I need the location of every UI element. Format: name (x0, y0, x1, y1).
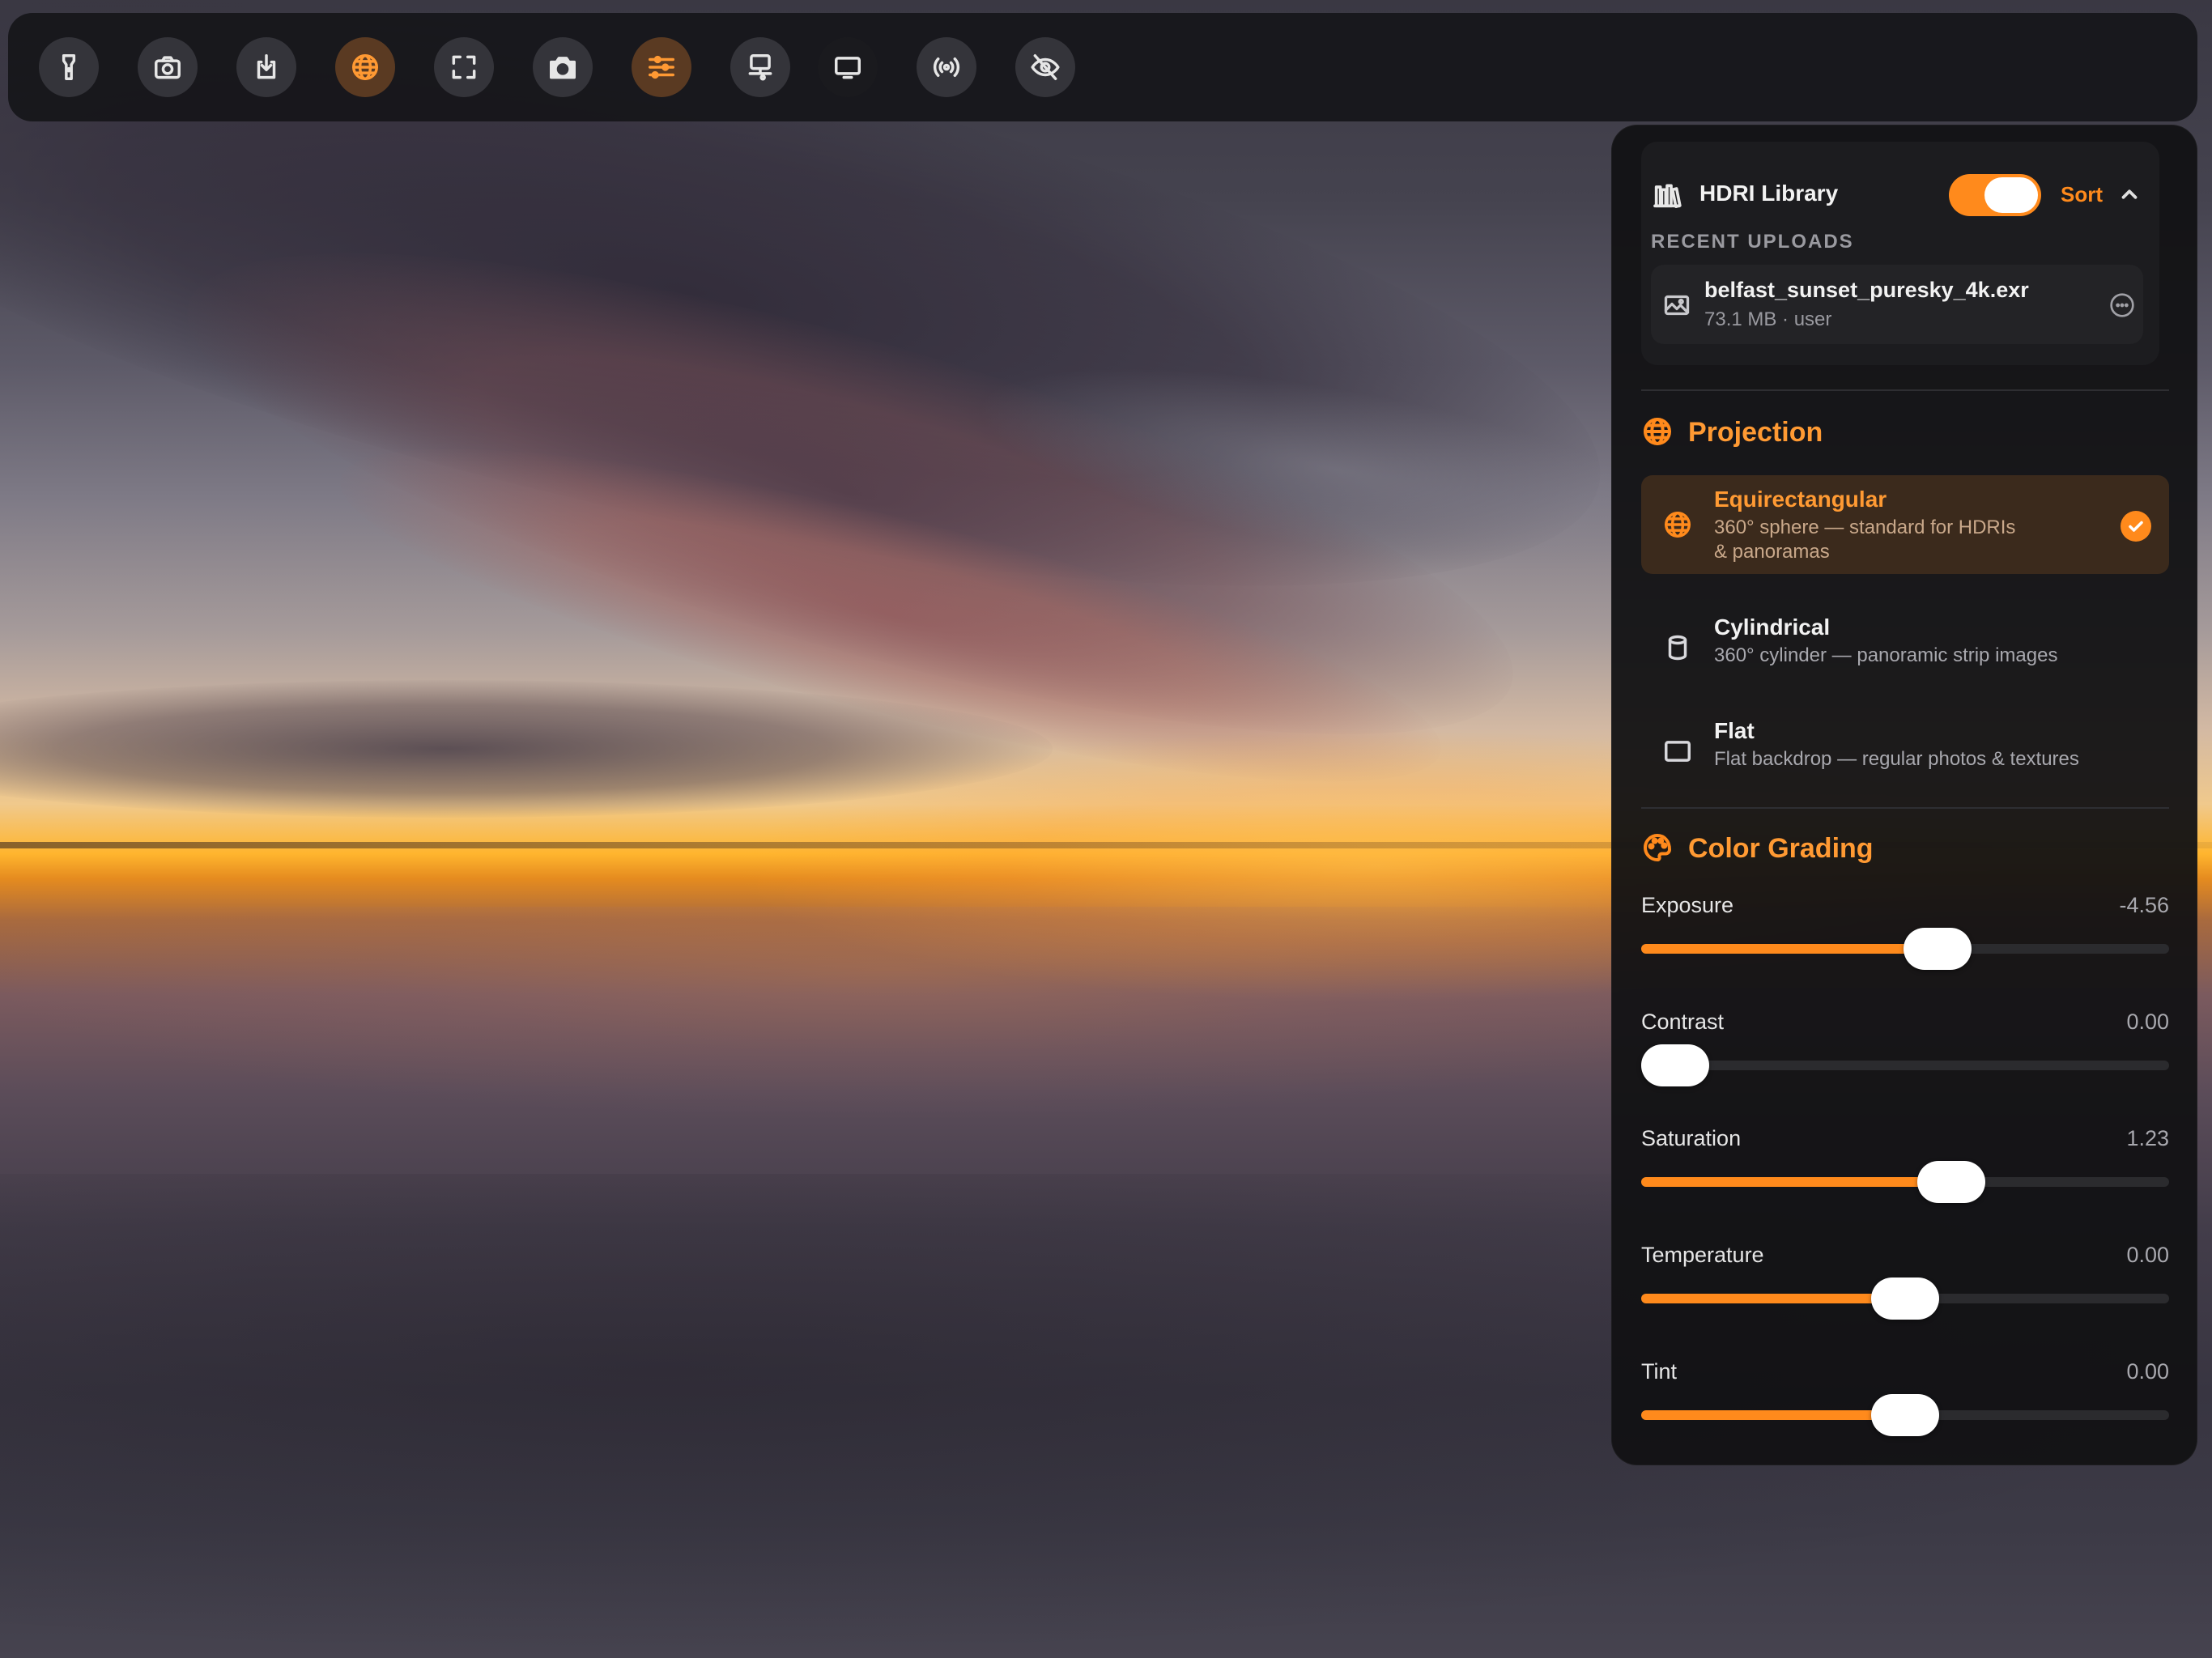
hdri-library-card: HDRI Library Sort RECENT UPLOADS belfast… (1641, 142, 2159, 365)
rectangle-icon (1662, 736, 1693, 767)
slider-thumb[interactable] (1871, 1278, 1939, 1320)
books-icon (1651, 179, 1683, 211)
slider-label: Contrast (1641, 1010, 1725, 1034)
flashlight-button[interactable] (39, 37, 99, 97)
slider-value: 0.00 (2126, 1359, 2169, 1384)
palette-icon (1641, 831, 1674, 864)
library-title: HDRI Library (1699, 181, 1839, 206)
monitor-button[interactable] (818, 37, 878, 97)
option-title: Flat (1714, 718, 1755, 743)
slider-label: Temperature (1641, 1243, 1764, 1267)
cylinder-icon (1662, 632, 1693, 663)
option-title: Equirectangular (1714, 487, 1887, 512)
divider (1641, 807, 2169, 809)
projection-title: Projection (1688, 417, 1823, 448)
globe-icon (352, 54, 378, 80)
collapse-button[interactable] (2117, 182, 2142, 206)
slider-value: -4.56 (2119, 893, 2169, 917)
checkmark-icon (2121, 511, 2151, 542)
sort-button[interactable]: Sort (2061, 182, 2103, 207)
ellipsis-circle-icon (2110, 293, 2134, 317)
slider-fill (1641, 944, 1938, 954)
globe-icon (1641, 415, 1674, 448)
slider-thumb[interactable] (1916, 1161, 1985, 1203)
library-header: HDRI Library Sort (1641, 174, 2159, 216)
fullscreen-button[interactable] (434, 37, 494, 97)
slider-fill (1641, 1177, 1951, 1187)
projection-button[interactable] (335, 37, 395, 97)
slider-fill (1641, 1294, 1905, 1303)
library-toggle[interactable] (1949, 174, 2041, 216)
more-options-button[interactable] (2109, 292, 2135, 318)
slider-thumb[interactable] (1903, 928, 1972, 970)
temperature-slider[interactable]: Temperature 0.00 (1641, 1243, 2169, 1340)
capture-button[interactable] (533, 37, 593, 97)
slider-label: Saturation (1641, 1126, 1742, 1150)
flashlight-icon (62, 54, 76, 80)
file-meta: 73.1 MB · user (1704, 308, 1832, 330)
projection-option-equirectangular[interactable]: Equirectangular 360° sphere — standard f… (1641, 475, 2169, 574)
recent-uploads-label: RECENT UPLOADS (1651, 231, 1854, 253)
projection-option-cylindrical[interactable]: Cylindrical 360° cylinder — panoramic st… (1641, 603, 2169, 692)
camera-outline-icon (155, 56, 181, 79)
display-settings-button[interactable] (730, 37, 790, 97)
slider-thumb[interactable] (1641, 1044, 1709, 1086)
option-description: Flat backdrop — regular photos & texture… (1714, 748, 2079, 770)
camera-icon (550, 57, 576, 79)
broadcast-icon (933, 57, 960, 78)
water-reflection (0, 907, 1619, 1117)
option-description: 360° sphere — standard for HDRIs (1714, 517, 2016, 538)
file-list-item[interactable]: belfast_sunset_puresky_4k.exr 73.1 MB · … (1651, 265, 2143, 344)
slider-value: 0.00 (2126, 1243, 2169, 1267)
exposure-slider[interactable]: Exposure -4.56 (1641, 893, 2169, 990)
sliders-icon (649, 55, 674, 79)
saturation-slider[interactable]: Saturation 1.23 (1641, 1126, 2169, 1223)
slider-thumb[interactable] (1871, 1394, 1939, 1436)
projection-option-flat[interactable]: Flat Flat backdrop — regular photos & te… (1641, 707, 2169, 796)
option-description: 360° cylinder — panoramic strip images (1714, 644, 2058, 666)
fullscreen-icon (452, 55, 476, 79)
slider-label: Exposure (1641, 893, 1734, 917)
option-title: Cylindrical (1714, 614, 1831, 640)
slider-label: Tint (1641, 1359, 1678, 1384)
slider-fill (1641, 1410, 1905, 1420)
display-settings-icon (748, 54, 772, 81)
toggle-knob (1984, 177, 2038, 213)
broadcast-button[interactable] (917, 37, 976, 97)
adjustments-button[interactable] (632, 37, 691, 97)
hide-ui-button[interactable] (1015, 37, 1075, 97)
eye-slash-icon (1031, 54, 1060, 80)
file-name: belfast_sunset_puresky_4k.exr (1704, 278, 2029, 302)
option-description: & panoramas (1714, 541, 1830, 563)
contrast-slider[interactable]: Contrast 0.00 (1641, 1010, 2169, 1107)
globe-icon (1662, 509, 1693, 540)
download-icon (257, 54, 276, 79)
slider-track (1641, 1177, 2169, 1187)
screenshot-button[interactable] (138, 37, 198, 97)
slider-value: 1.23 (2126, 1126, 2169, 1150)
monitor-icon (835, 57, 861, 79)
slider-track (1641, 1061, 2169, 1070)
tint-slider[interactable]: Tint 0.00 (1641, 1359, 2169, 1456)
image-icon (1662, 291, 1691, 320)
divider (1641, 389, 2169, 391)
settings-panel: HDRI Library Sort RECENT UPLOADS belfast… (1611, 125, 2197, 1465)
chevron-up-icon (2121, 189, 2138, 199)
color-grading-title: Color Grading (1688, 833, 1874, 864)
download-button[interactable] (236, 37, 296, 97)
top-toolbar (8, 13, 2197, 121)
slider-value: 0.00 (2126, 1010, 2169, 1034)
